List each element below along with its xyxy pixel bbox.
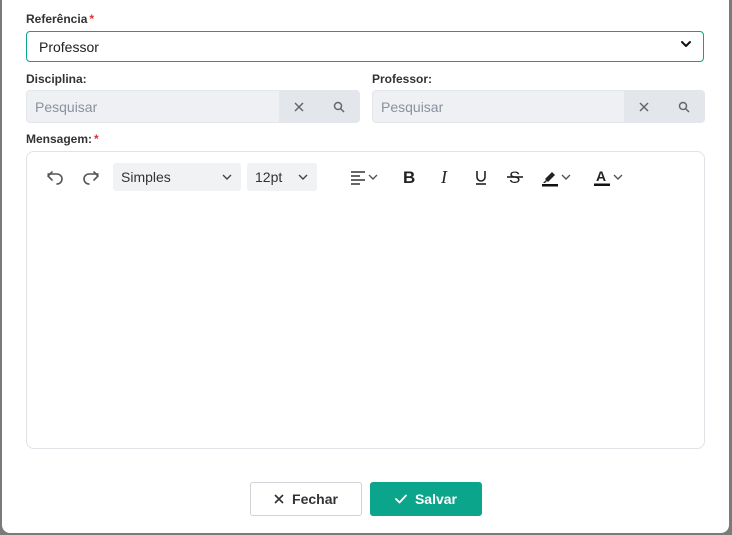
redo-button[interactable]: [75, 163, 107, 191]
professor-search: [372, 90, 705, 123]
underline-icon: [476, 171, 486, 185]
bold-icon: B: [403, 168, 415, 186]
svg-text:I: I: [440, 168, 448, 186]
professor-search-input[interactable]: [373, 91, 624, 122]
disciplina-search-button[interactable]: [319, 91, 359, 122]
referencia-label: Referência *: [26, 12, 94, 26]
disciplina-search-input[interactable]: [27, 91, 279, 122]
chevron-down-icon: [298, 174, 308, 180]
font-size-value: 12pt: [255, 169, 283, 185]
referencia-label-text: Referência: [26, 12, 88, 26]
bold-button[interactable]: B: [395, 163, 423, 191]
close-icon: [274, 494, 284, 504]
professor-label: Professor:: [372, 72, 433, 86]
editor-content-area[interactable]: [27, 196, 704, 448]
strikethrough-icon: S: [507, 168, 523, 186]
strikethrough-button[interactable]: S: [501, 163, 529, 191]
search-icon: [678, 101, 690, 113]
highlight-color-dropdown[interactable]: [535, 163, 577, 191]
align-dropdown[interactable]: [343, 163, 385, 191]
editor-toolbar: Simples 12pt B I S A: [39, 162, 629, 192]
chevron-down-icon: [561, 174, 571, 180]
undo-button[interactable]: [39, 163, 71, 191]
save-button[interactable]: Salvar: [370, 482, 482, 516]
text-color-dropdown[interactable]: A: [587, 163, 629, 191]
chevron-down-icon: [368, 174, 378, 180]
disciplina-search: [26, 90, 360, 123]
disciplina-label: Disciplina:: [26, 72, 87, 86]
font-family-value: Simples: [121, 169, 171, 185]
disciplina-clear-button[interactable]: [279, 91, 319, 122]
referencia-select-value: Professor: [39, 38, 99, 55]
italic-icon: I: [440, 168, 448, 186]
close-button[interactable]: Fechar: [250, 482, 362, 516]
chevron-down-icon: [613, 174, 623, 180]
mensagem-label: Mensagem: *: [26, 132, 99, 146]
undo-icon: [47, 171, 63, 185]
text-color-icon: A: [594, 168, 610, 186]
chevron-down-icon: [222, 174, 232, 180]
font-family-dropdown[interactable]: Simples: [113, 163, 241, 191]
required-mark: *: [89, 12, 95, 26]
chevron-down-icon: [679, 37, 693, 56]
underline-button[interactable]: [467, 163, 495, 191]
redo-icon: [83, 171, 99, 185]
italic-button[interactable]: I: [431, 163, 459, 191]
svg-text:A: A: [596, 168, 606, 184]
align-left-icon: [351, 171, 365, 185]
highlighter-icon: [542, 172, 558, 187]
mensagem-label-text: Mensagem:: [26, 132, 93, 146]
close-button-label: Fechar: [292, 491, 338, 507]
close-icon: [294, 101, 304, 112]
rich-text-editor: Simples 12pt B I S A: [26, 151, 705, 449]
font-size-dropdown[interactable]: 12pt: [247, 163, 317, 191]
close-icon: [639, 101, 649, 112]
check-icon: [395, 494, 407, 504]
professor-clear-button[interactable]: [624, 91, 664, 122]
svg-text:B: B: [403, 168, 415, 186]
referencia-select[interactable]: Professor: [26, 31, 704, 62]
required-mark: *: [94, 132, 99, 146]
search-icon: [333, 101, 345, 113]
modal-dialog: Referência* Professor Disciplina: Profes…: [2, 0, 729, 533]
professor-search-button[interactable]: [664, 91, 704, 122]
save-button-label: Salvar: [414, 491, 458, 507]
